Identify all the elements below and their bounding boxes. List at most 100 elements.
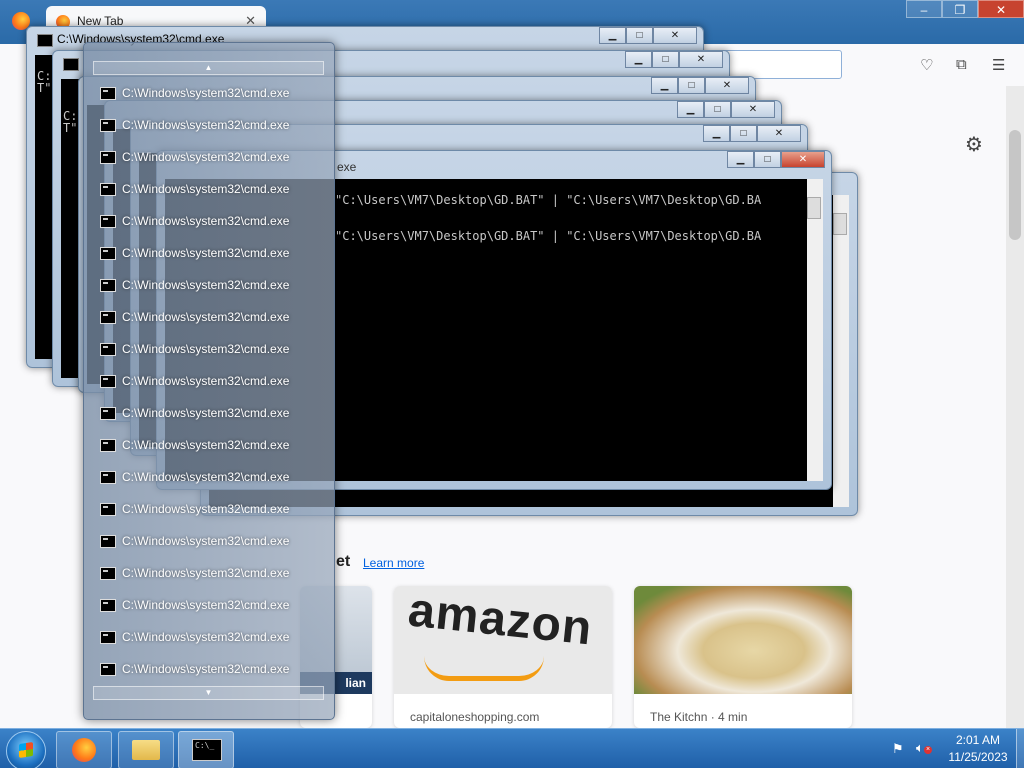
learn-more-link[interactable]: Learn more [363, 556, 424, 570]
show-desktop-button[interactable] [1016, 729, 1024, 768]
cmd-icon [100, 662, 116, 676]
action-center-flag-icon[interactable]: ⚑ [892, 741, 904, 757]
minimize-button[interactable]: ▁ [599, 27, 626, 44]
clock-date[interactable]: 11/25/2023 [940, 750, 1016, 764]
jump-list-item[interactable]: C:\Windows\system32\cmd.exe [100, 177, 289, 201]
start-button[interactable] [6, 731, 46, 768]
explorer-taskbar-button[interactable] [118, 731, 174, 768]
maximize-button[interactable]: ❐ [942, 0, 978, 18]
gear-icon[interactable]: ⚙ [965, 132, 983, 157]
console-scrollbar-thumb[interactable] [807, 197, 821, 219]
stories-heading: et [336, 553, 351, 570]
jump-list-item[interactable]: C:\Windows\system32\cmd.exe [100, 113, 289, 137]
maximize-button[interactable]: □ [626, 27, 653, 44]
scroll-up-button[interactable]: ▲ [93, 61, 324, 75]
jump-list-item-label: C:\Windows\system32\cmd.exe [122, 470, 290, 484]
maximize-button[interactable]: □ [704, 101, 731, 118]
firefox-taskbar-button[interactable] [56, 731, 112, 768]
jump-list-item[interactable]: C:\Windows\system32\cmd.exe [100, 657, 289, 681]
jump-list-item[interactable]: C:\Windows\system32\cmd.exe [100, 337, 289, 361]
minimize-button[interactable]: ▁ [703, 125, 730, 142]
close-button[interactable]: ✕ [653, 27, 697, 44]
minimize-button[interactable]: ▁ [727, 151, 754, 168]
jump-list-item[interactable]: C:\Windows\system32\cmd.exe [100, 369, 289, 393]
cmd-icon [100, 342, 116, 356]
taskbar: ⚑ 🔈︎ × 2:01 AM 11/25/2023 [0, 728, 1024, 768]
mute-indicator-icon: × [924, 746, 932, 754]
jump-list-item[interactable]: C:\Windows\system32\cmd.exe [100, 529, 289, 553]
cmd-icon [100, 566, 116, 580]
close-button[interactable]: ✕ [757, 125, 801, 142]
window-title: exe [337, 160, 357, 174]
console-scrollbar[interactable] [807, 179, 823, 481]
jump-list-item-label: C:\Windows\system32\cmd.exe [122, 438, 290, 452]
minimize-button[interactable]: ▁ [677, 101, 704, 118]
close-button[interactable]: ✕ [705, 77, 749, 94]
jump-list-item-label: C:\Windows\system32\cmd.exe [122, 374, 290, 388]
jump-list-item-label: C:\Windows\system32\cmd.exe [122, 598, 290, 612]
jump-list-item[interactable]: C:\Windows\system32\cmd.exe [100, 241, 289, 265]
jump-list-item[interactable]: C:\Windows\system32\cmd.exe [100, 401, 289, 425]
jump-list-item-label: C:\Windows\system32\cmd.exe [122, 566, 290, 580]
window-controls: ▁ □ ✕ [727, 151, 825, 168]
window-controls: ▁ □ ✕ [625, 51, 723, 68]
minimize-button[interactable]: ▁ [651, 77, 678, 94]
clock-time[interactable]: 2:01 AM [950, 733, 1006, 747]
amazon-logo: amazon [405, 586, 595, 656]
extensions-icon[interactable]: ⧉ [956, 56, 967, 73]
jump-list-item[interactable]: C:\Windows\system32\cmd.exe [100, 273, 289, 297]
jump-list-item-label: C:\Windows\system32\cmd.exe [122, 662, 290, 676]
jump-list-item[interactable]: C:\Windows\system32\cmd.exe [100, 433, 289, 457]
console-line: "C:\Users\VM7\Desktop\GD.BAT" | "C:\User… [335, 193, 762, 207]
maximize-button[interactable]: □ [652, 51, 679, 68]
jump-list-item-label: C:\Windows\system32\cmd.exe [122, 502, 290, 516]
minimize-button[interactable]: – [906, 0, 942, 18]
maximize-button[interactable]: □ [678, 77, 705, 94]
pocket-icon[interactable]: ♡ [920, 56, 933, 74]
jump-list-item[interactable]: C:\Windows\system32\cmd.exe [100, 305, 289, 329]
cmd-icon [100, 534, 116, 548]
jump-list-item-label: C:\Windows\system32\cmd.exe [122, 342, 290, 356]
console-scrollbar-thumb[interactable] [833, 213, 847, 235]
cmd-icon [100, 246, 116, 260]
muted-speaker-icon[interactable]: 🔈︎ [916, 740, 924, 756]
jump-list-item[interactable]: C:\Windows\system32\cmd.exe [100, 593, 289, 617]
console-text: T" [63, 121, 78, 135]
minimize-button[interactable]: ▁ [625, 51, 652, 68]
cmd-icon [63, 58, 79, 71]
jump-list-item-label: C:\Windows\system32\cmd.exe [122, 182, 290, 196]
jump-list-item[interactable]: C:\Windows\system32\cmd.exe [100, 497, 289, 521]
window-controls: ▁ □ ✕ [703, 125, 801, 142]
jump-list-item[interactable]: C:\Windows\system32\cmd.exe [100, 561, 289, 585]
menu-icon[interactable]: ☰ [992, 56, 1005, 74]
windows-logo-icon [19, 742, 33, 758]
jump-list-item-label: C:\Windows\system32\cmd.exe [122, 150, 290, 164]
jump-list-item[interactable]: C:\Windows\system32\cmd.exe [100, 625, 289, 649]
jump-list-item[interactable]: C:\Windows\system32\cmd.exe [100, 465, 289, 489]
console-scrollbar[interactable] [833, 195, 849, 507]
cmd-icon [100, 118, 116, 132]
cmd-icon [100, 310, 116, 324]
maximize-button[interactable]: □ [754, 151, 781, 168]
story-card[interactable]: The Kitchn · 4 min [634, 586, 852, 728]
close-button[interactable]: ✕ [731, 101, 775, 118]
scroll-down-button[interactable]: ▼ [93, 686, 324, 700]
close-button[interactable]: ✕ [679, 51, 723, 68]
folder-icon [132, 740, 160, 760]
jump-list-item[interactable]: C:\Windows\system32\cmd.exe [100, 81, 289, 105]
close-button[interactable]: ✕ [978, 0, 1024, 18]
window-controls: ▁ □ ✕ [599, 27, 697, 44]
jump-list-item-label: C:\Windows\system32\cmd.exe [122, 406, 290, 420]
jump-list-item[interactable]: C:\Windows\system32\cmd.exe [100, 209, 289, 233]
cmd-icon [100, 278, 116, 292]
story-source: The Kitchn · 4 min [650, 710, 748, 724]
cmd-taskbar-button[interactable] [178, 731, 234, 768]
story-card[interactable]: amazon capitaloneshopping.com [394, 586, 612, 728]
amazon-smile-arrow [424, 656, 544, 681]
taskbar-jump-list: ▲ C:\Windows\system32\cmd.exe C:\Windows\… [83, 42, 335, 720]
page-scrollbar-thumb[interactable] [1009, 130, 1021, 240]
jump-list-item[interactable]: C:\Windows\system32\cmd.exe [100, 145, 289, 169]
story-source: capitaloneshopping.com [410, 710, 540, 724]
close-button[interactable]: ✕ [781, 151, 825, 168]
maximize-button[interactable]: □ [730, 125, 757, 142]
